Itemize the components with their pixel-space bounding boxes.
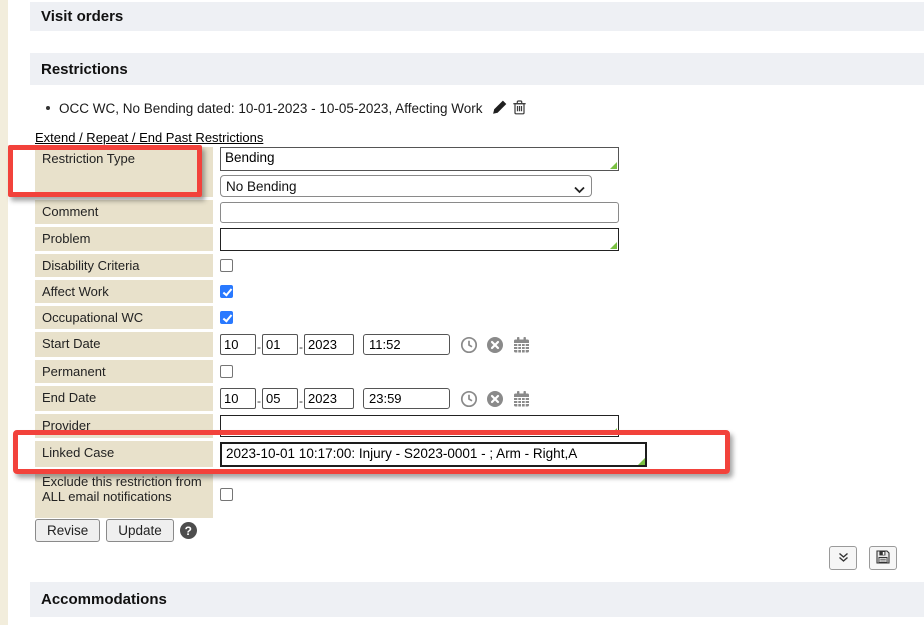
exclude-email-checkbox[interactable] xyxy=(220,488,233,501)
date-separator: - xyxy=(257,394,261,408)
trash-icon xyxy=(512,99,527,118)
form-row-permanent: Permanent xyxy=(35,360,775,383)
provider-label: Provider xyxy=(35,414,213,438)
section-header-accommodations: Accommodations xyxy=(30,582,924,617)
question-circle-icon[interactable]: ? xyxy=(180,522,197,539)
form-row-linked-case: Linked Case 2023-10-01 10:17:00: Injury … xyxy=(35,441,775,467)
end-day-input[interactable] xyxy=(262,388,298,409)
comment-input[interactable] xyxy=(220,202,619,223)
collapse-section-button[interactable] xyxy=(829,546,857,570)
date-separator: - xyxy=(299,340,303,354)
restriction-type-textarea[interactable]: Bending xyxy=(220,147,619,171)
problem-textarea[interactable] xyxy=(220,228,619,251)
start-month-input[interactable] xyxy=(220,334,256,355)
form-row-exclude-email: Exclude this restriction from ALL email … xyxy=(35,470,775,518)
end-month-input[interactable] xyxy=(220,388,256,409)
clock-icon[interactable] xyxy=(460,336,478,354)
provider-textarea[interactable] xyxy=(220,415,619,437)
start-time-input[interactable] xyxy=(363,334,450,355)
restriction-type-select[interactable]: No Bending xyxy=(220,175,592,197)
delete-restriction-button[interactable] xyxy=(512,99,527,118)
permanent-label: Permanent xyxy=(35,360,213,383)
form-row-occupational-wc: Occupational WC xyxy=(35,306,775,329)
restriction-summary-text: OCC WC, No Bending dated: 10-01-2023 - 1… xyxy=(59,101,482,116)
save-section-button[interactable] xyxy=(869,546,897,570)
end-time-input[interactable] xyxy=(363,388,450,409)
clock-icon[interactable] xyxy=(460,390,478,408)
occupational-wc-checkbox[interactable] xyxy=(220,311,233,324)
restriction-list-item: OCC WC, No Bending dated: 10-01-2023 - 1… xyxy=(46,98,529,118)
section-header-restrictions: Restrictions xyxy=(30,53,924,85)
x-circle-icon[interactable] xyxy=(486,390,504,408)
permanent-checkbox[interactable] xyxy=(220,365,233,378)
occupational-wc-label: Occupational WC xyxy=(35,306,213,329)
double-chevron-down-icon xyxy=(837,551,850,566)
form-row-problem: Problem xyxy=(35,227,775,251)
affect-work-label: Affect Work xyxy=(35,280,213,303)
section-header-visit-orders: Visit orders xyxy=(30,2,924,31)
start-year-input[interactable] xyxy=(304,334,354,355)
affect-work-checkbox[interactable] xyxy=(220,285,233,298)
section-corner-buttons xyxy=(829,546,897,570)
form-row-restriction-type: Restriction Type Bending No Bending xyxy=(35,147,775,197)
end-year-input[interactable] xyxy=(304,388,354,409)
form-row-start-date: Start Date - - xyxy=(35,332,775,357)
comment-label: Comment xyxy=(35,200,213,224)
form-row-end-date: End Date - - xyxy=(35,386,775,411)
x-circle-icon[interactable] xyxy=(486,336,504,354)
calendar-icon[interactable] xyxy=(512,390,531,408)
section-title: Accommodations xyxy=(41,591,167,608)
start-day-input[interactable] xyxy=(262,334,298,355)
exclude-email-label: Exclude this restriction from ALL email … xyxy=(35,470,213,518)
date-separator: - xyxy=(257,340,261,354)
floppy-disk-icon xyxy=(876,550,890,567)
disability-criteria-checkbox[interactable] xyxy=(220,259,233,272)
bullet-dot xyxy=(46,106,50,110)
end-date-label: End Date xyxy=(35,386,213,411)
form-row-disability-criteria: Disability Criteria xyxy=(35,254,775,277)
revise-button[interactable]: Revise xyxy=(35,519,100,542)
start-date-label: Start Date xyxy=(35,332,213,357)
section-title: Restrictions xyxy=(41,61,128,78)
form-row-comment: Comment xyxy=(35,200,775,224)
pencil-icon xyxy=(492,99,508,118)
section-title: Visit orders xyxy=(41,8,123,25)
page-left-margin-strip xyxy=(0,0,8,625)
linked-case-textarea[interactable]: 2023-10-01 10:17:00: Injury - S2023-0001… xyxy=(220,442,647,467)
restriction-type-label: Restriction Type xyxy=(35,147,213,197)
update-button[interactable]: Update xyxy=(106,519,174,542)
date-separator: - xyxy=(299,394,303,408)
extend-repeat-end-link[interactable]: Extend / Repeat / End Past Restrictions xyxy=(35,130,263,145)
problem-label: Problem xyxy=(35,227,213,251)
restriction-form: Restriction Type Bending No Bending Comm… xyxy=(35,147,775,521)
calendar-icon[interactable] xyxy=(512,336,531,354)
linked-case-label: Linked Case xyxy=(35,441,213,467)
form-row-provider: Provider xyxy=(35,414,775,438)
edit-restriction-button[interactable] xyxy=(492,99,508,118)
disability-criteria-label: Disability Criteria xyxy=(35,254,213,277)
form-row-affect-work: Affect Work xyxy=(35,280,775,303)
form-actions: Revise Update ? xyxy=(35,519,197,542)
